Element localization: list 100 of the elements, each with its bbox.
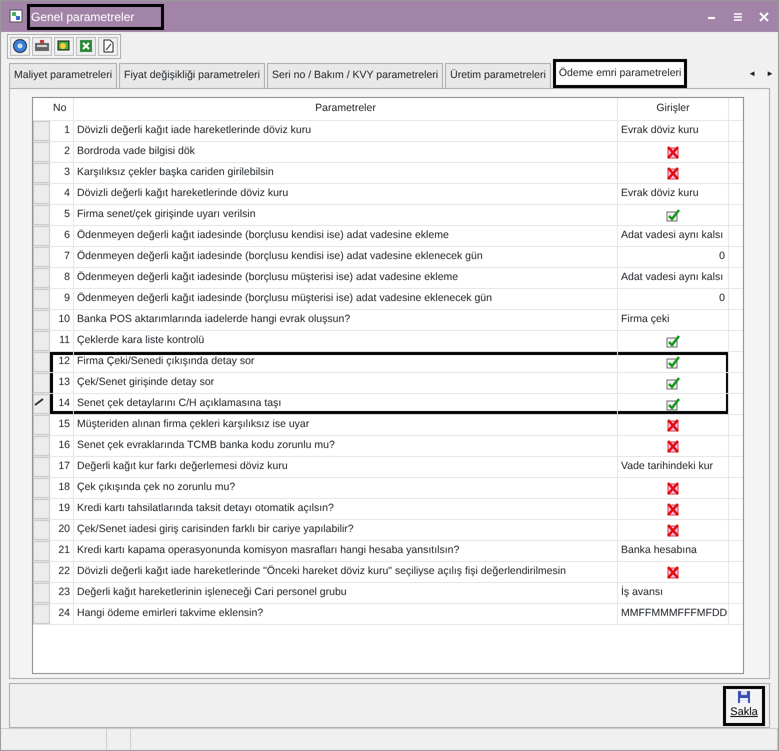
row-number: 24 xyxy=(50,604,74,624)
app-icon xyxy=(9,8,23,24)
cross-icon[interactable] xyxy=(666,440,680,452)
parameter-label: Bordroda vade bilgisi dök xyxy=(74,142,618,162)
row-number: 12 xyxy=(50,352,74,372)
table-row[interactable]: 23 Değerli kağıt hareketlerinin işleneceği Cari personel grubu İş avansı xyxy=(50,583,729,603)
parameter-label: Ödenmeyen değerli kağıt iadesinde (borçlusu kendisi ise) adat vadesine ekleme xyxy=(74,226,618,246)
table-row[interactable]: 16 Senet çek evraklarında TCMB banka kodu zorunlu mu? xyxy=(50,436,729,456)
money-icon[interactable] xyxy=(54,36,74,56)
parameter-label: Firma senet/çek girişinde uyarı verilsin xyxy=(74,205,618,225)
parameter-label: Kredi kartı kapama operasyonunda komisyon masrafları hangi hesaba yansıtılsın? xyxy=(74,541,618,561)
row-number: 13 xyxy=(50,373,74,393)
table-row[interactable]: 12 Firma Çeki/Senedi çıkışında detay sor xyxy=(50,352,729,372)
checkmark-icon[interactable] xyxy=(666,356,680,368)
row-number: 2 xyxy=(50,142,74,162)
row-number: 1 xyxy=(50,121,74,141)
row-number: 11 xyxy=(50,331,74,351)
table-row[interactable]: 22 Dövizli değerli kağıt iade hareketlerinde "Önceki hareket döviz kuru" seçiliyse açılış fişi değerlendirilmesin xyxy=(50,562,729,582)
parameter-label: Çek/Senet girişinde detay sor xyxy=(74,373,618,393)
row-number: 10 xyxy=(50,310,74,330)
row-selector[interactable] xyxy=(33,394,50,414)
tab[interactable]: Ödeme emri parametreleri xyxy=(552,59,688,88)
row-number: 7 xyxy=(50,247,74,267)
checkmark-icon[interactable] xyxy=(666,334,680,348)
value-cell[interactable]: Evrak döviz kuru xyxy=(618,184,729,204)
cross-icon[interactable] xyxy=(666,418,680,432)
tab[interactable]: Maliyet parametreleri xyxy=(9,63,118,88)
parameter-label: Müşteriden alınan firma çekleri karşılıksız ise uyar xyxy=(74,415,618,435)
value-cell[interactable]: Adat vadesi aynı kalsı xyxy=(618,268,729,288)
row-number: 6 xyxy=(50,226,74,246)
row-number: 3 xyxy=(50,163,74,183)
value-cell[interactable]: Banka hesabına xyxy=(618,541,729,561)
table-row[interactable]: 6 Ödenmeyen değerli kağıt iadesinde (borçlusu kendisi ise) adat vadesine ekleme Adat vadesi aynı kalsı xyxy=(50,226,729,246)
save-button[interactable]: Sakla xyxy=(723,686,765,726)
table-row[interactable]: 3 Karşılıksız çekler başka cariden girilebilsin xyxy=(50,163,729,183)
scroll-left-arrow[interactable]: ◄ xyxy=(748,68,756,80)
tab[interactable]: Fiyat değişikliği parametreleri xyxy=(119,63,266,88)
table-row[interactable]: 21 Kredi kartı kapama operasyonunda komisyon masrafları hangi hesaba yansıtılsın? Banka hesabına xyxy=(50,541,729,561)
value-cell[interactable]: 0 xyxy=(618,247,729,267)
table-row[interactable]: 10 Banka POS aktarımlarında iadelerde hangi evrak oluşsun? Firma çeki xyxy=(50,310,729,330)
row-number: 23 xyxy=(50,583,74,603)
parameter-label: Ödenmeyen değerli kağıt iadesinde (borçlusu müşterisi ise) adat vadesine ekleme xyxy=(74,268,618,288)
table-row[interactable]: 11 Çeklerde kara liste kontrolü xyxy=(50,331,729,351)
cross-icon[interactable] xyxy=(666,524,680,536)
parameter-label: Dövizli değerli kağıt iade hareketlerinde döviz kuru xyxy=(74,121,618,141)
table-row[interactable]: 1 Dövizli değerli kağıt iade hareketlerinde döviz kuru Evrak döviz kuru xyxy=(50,121,729,141)
value-cell[interactable]: Adat vadesi aynı kalsı xyxy=(618,226,729,246)
value-cell[interactable]: Firma çeki xyxy=(618,310,729,330)
tab[interactable]: Üretim parametreleri xyxy=(445,63,551,88)
parameter-label: Çek çıkışında çek no zorunlu mu? xyxy=(74,478,618,498)
parameter-label: Çek/Senet iadesi giriş carisinden farklı bir cariye yapılabilir? xyxy=(74,520,618,540)
column-header: Girişler xyxy=(618,98,729,120)
table-row[interactable]: 18 Çek çıkışında çek no zorunlu mu? xyxy=(50,478,729,498)
parameter-label: Değerli kağıt kur farkı değerlemesi döviz kuru xyxy=(74,457,618,477)
tab[interactable]: Seri no / Bakım / KVY parametreleri xyxy=(267,63,444,88)
table-row[interactable]: 15 Müşteriden alınan firma çekleri karşılıksız ise uyar xyxy=(50,415,729,435)
parameter-label: Senet çek evraklarında TCMB banka kodu zorunlu mu? xyxy=(74,436,618,456)
row-number: 22 xyxy=(50,562,74,582)
pencil-icon xyxy=(34,398,44,406)
scroll-right-arrow[interactable]: ► xyxy=(766,68,774,80)
value-cell[interactable]: MMFFMMMFFFMFDD xyxy=(618,604,729,624)
row-number: 5 xyxy=(50,205,74,225)
checkmark-icon[interactable] xyxy=(666,208,680,222)
row-number: 16 xyxy=(50,436,74,456)
checkmark-icon[interactable] xyxy=(666,398,680,410)
parameter-label: Hangi ödeme emirleri takvime eklensin? xyxy=(74,604,618,624)
document-icon[interactable] xyxy=(98,36,118,56)
value-cell[interactable]: Evrak döviz kuru xyxy=(618,121,729,141)
row-number: 4 xyxy=(50,184,74,204)
parameter-label: Ödenmeyen değerli kağıt iadesinde (borçlusu müşterisi ise) adat vadesine eklenecek gün xyxy=(74,289,618,309)
table-row[interactable]: 4 Dövizli değerli kağıt hareketlerinde döviz kuru Evrak döviz kuru xyxy=(50,184,729,204)
value-cell[interactable]: Vade tarihindeki kur xyxy=(618,457,729,477)
table-row[interactable]: 2 Bordroda vade bilgisi dök xyxy=(50,142,729,162)
table-row[interactable]: 14 Senet çek detaylarını C/H açıklamasına taşı xyxy=(50,394,729,414)
parameter-label: Firma Çeki/Senedi çıkışında detay sor xyxy=(74,352,618,372)
row-number: 17 xyxy=(50,457,74,477)
window-title: Genel parametreler xyxy=(27,4,164,30)
cross-icon[interactable] xyxy=(666,502,680,516)
parameter-label: Kredi kartı tahsilatlarında taksit detayı otomatik açılsın? xyxy=(74,499,618,519)
row-number: 19 xyxy=(50,499,74,519)
table-row[interactable]: 17 Değerli kağıt kur farkı değerlemesi döviz kuru Vade tarihindeki kur xyxy=(50,457,729,477)
spreadsheet-icon[interactable] xyxy=(76,36,96,56)
table-row[interactable]: 24 Hangi ödeme emirleri takvime eklensin? MMFFMMMFFFMFDD xyxy=(50,604,729,624)
parameter-label: Dövizli değerli kağıt iade hareketlerinde "Önceki hareket döviz kuru" seçiliyse açılış fişi değerlendirilmesin xyxy=(74,562,618,582)
table-row[interactable]: 19 Kredi kartı tahsilatlarında taksit detayı otomatik açılsın? xyxy=(50,499,729,519)
table-row[interactable]: 20 Çek/Senet iadesi giriş carisinden farklı bir cariye yapılabilir? xyxy=(50,520,729,540)
cross-icon[interactable] xyxy=(666,482,680,494)
value-cell[interactable]: 0 xyxy=(618,289,729,309)
help-icon[interactable] xyxy=(10,36,30,56)
cross-icon[interactable] xyxy=(666,146,680,158)
table-row[interactable]: 7 Ödenmeyen değerli kağıt iadesinde (borçlusu kendisi ise) adat vadesine eklenecek gün 0 xyxy=(50,247,729,267)
value-cell[interactable]: İş avansı xyxy=(618,583,729,603)
cross-icon[interactable] xyxy=(666,566,680,578)
table-row[interactable]: 5 Firma senet/çek girişinde uyarı verilsin xyxy=(50,205,729,225)
cross-icon[interactable] xyxy=(666,166,680,180)
checkmark-icon[interactable] xyxy=(666,376,680,390)
table-row[interactable]: 9 Ödenmeyen değerli kağıt iadesinde (borçlusu müşterisi ise) adat vadesine eklenecek gün 0 xyxy=(50,289,729,309)
table-row[interactable]: 8 Ödenmeyen değerli kağıt iadesinde (borçlusu müşterisi ise) adat vadesine ekleme Adat vadesi aynı kalsı xyxy=(50,268,729,288)
table-row[interactable]: 13 Çek/Senet girişinde detay sor xyxy=(50,373,729,393)
parameter-label: Çeklerde kara liste kontrolü xyxy=(74,331,618,351)
